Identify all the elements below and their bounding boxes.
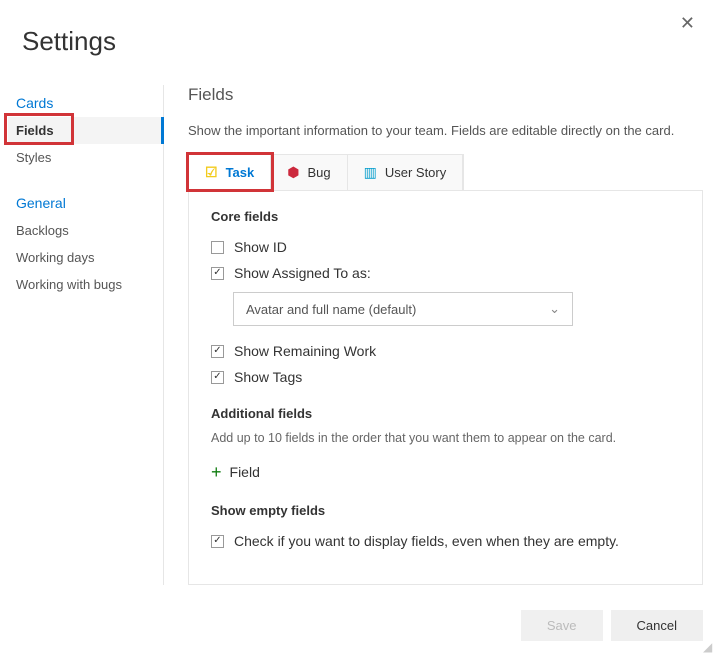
add-field-button[interactable]: + Field: [211, 459, 680, 485]
tab-label: User Story: [385, 165, 446, 180]
tab-row: ☑ Task ⬢ Bug ▥ User Story: [188, 154, 464, 190]
cancel-button[interactable]: Cancel: [611, 610, 703, 641]
resize-grip-icon[interactable]: ◢: [703, 641, 715, 653]
plus-icon: +: [211, 463, 222, 481]
show-tags-label: Show Tags: [234, 369, 302, 385]
page-title: Settings: [0, 0, 717, 85]
tab-task[interactable]: ☑ Task: [189, 155, 271, 190]
sidebar-group-general: General: [8, 185, 163, 217]
empty-fields-heading: Show empty fields: [211, 503, 680, 518]
clipboard-task-icon: ☑: [205, 164, 218, 181]
section-heading: Fields: [188, 85, 703, 105]
sidebar-item-backlogs[interactable]: Backlogs: [8, 217, 163, 244]
select-value: Avatar and full name (default): [246, 302, 416, 317]
section-description: Show the important information to your t…: [188, 123, 703, 138]
assigned-to-select[interactable]: Avatar and full name (default) ⌄: [233, 292, 573, 326]
close-icon[interactable]: ✕: [680, 14, 695, 32]
show-id-checkbox[interactable]: [211, 241, 224, 254]
book-icon: ▥: [364, 164, 377, 181]
sidebar-item-working-days[interactable]: Working days: [8, 244, 163, 271]
sidebar-item-working-with-bugs[interactable]: Working with bugs: [8, 271, 163, 298]
fields-panel: Core fields Show ID Show Assigned To as:…: [188, 190, 703, 585]
show-tags-checkbox[interactable]: [211, 371, 224, 384]
core-fields-heading: Core fields: [211, 209, 680, 224]
save-button[interactable]: Save: [521, 610, 603, 641]
show-assigned-checkbox[interactable]: [211, 267, 224, 280]
tab-label: Task: [226, 165, 255, 180]
footer: Save Cancel: [521, 610, 703, 641]
add-field-label: Field: [230, 464, 260, 480]
empty-fields-checkbox[interactable]: [211, 535, 224, 548]
sidebar-item-fields[interactable]: Fields: [8, 117, 164, 144]
tab-user-story[interactable]: ▥ User Story: [348, 155, 464, 190]
sidebar-group-cards: Cards: [8, 85, 163, 117]
show-id-label: Show ID: [234, 239, 287, 255]
tab-label: Bug: [307, 165, 330, 180]
empty-fields-label: Check if you want to display fields, eve…: [234, 533, 619, 549]
additional-fields-heading: Additional fields: [211, 406, 680, 421]
show-assigned-label: Show Assigned To as:: [234, 265, 371, 281]
show-remaining-checkbox[interactable]: [211, 345, 224, 358]
tab-bug[interactable]: ⬢ Bug: [271, 155, 347, 190]
main-content: Fields Show the important information to…: [164, 85, 717, 585]
additional-fields-sub: Add up to 10 fields in the order that yo…: [211, 431, 680, 445]
bug-icon: ⬢: [287, 164, 299, 181]
sidebar-item-styles[interactable]: Styles: [8, 144, 163, 171]
chevron-down-icon: ⌄: [549, 301, 560, 317]
show-remaining-label: Show Remaining Work: [234, 343, 376, 359]
sidebar: Cards Fields Styles General Backlogs Wor…: [0, 85, 164, 585]
